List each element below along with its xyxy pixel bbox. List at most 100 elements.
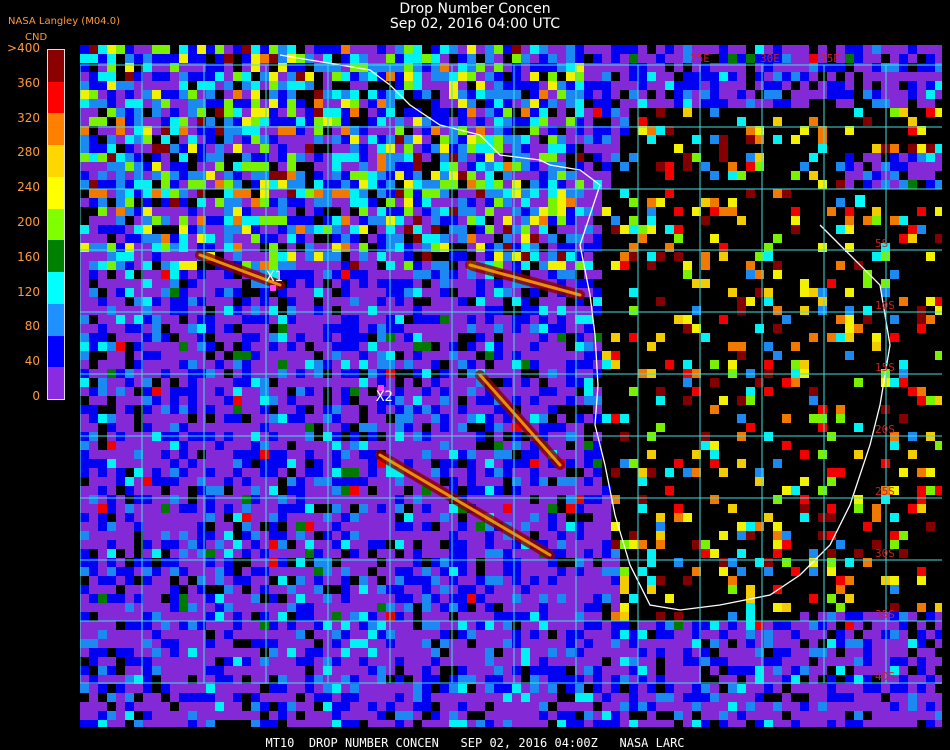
cloud-pixel <box>197 81 206 90</box>
cloud-pixel <box>503 351 512 360</box>
cloud-pixel <box>80 270 89 279</box>
cloud-pixel <box>296 180 305 189</box>
cloud-pixel <box>224 324 233 333</box>
cloud-pixel <box>593 90 602 99</box>
cloud-pixel <box>233 171 242 180</box>
cloud-pixel <box>494 576 503 585</box>
cloud-pixel <box>413 342 422 351</box>
cloud-pixel <box>206 396 215 405</box>
cloud-pixel <box>431 585 440 594</box>
cloud-pixel <box>719 45 728 54</box>
cloud-pixel <box>782 639 791 648</box>
cloud-pixel <box>827 657 836 666</box>
cloud-pixel <box>449 639 458 648</box>
cloud-pixel <box>476 486 485 495</box>
cloud-pixel <box>278 99 287 108</box>
cloud-pixel <box>557 99 566 108</box>
cloud-pixel <box>206 279 215 288</box>
cloud-pixel <box>368 90 377 99</box>
cloud-pixel <box>224 135 233 144</box>
cloud-pixel <box>305 243 314 252</box>
cloud-pixel <box>557 549 566 558</box>
cloud-pixel <box>404 405 413 414</box>
cloud-pixel <box>314 522 323 531</box>
cloud-pixel <box>377 612 386 621</box>
cloud-pixel <box>368 144 377 153</box>
cloud-pixel <box>314 477 323 486</box>
cloud-pixel <box>287 90 296 99</box>
cloud-pixel <box>377 216 386 225</box>
cloud-pixel <box>215 225 224 234</box>
cloud-pixel <box>593 54 602 63</box>
cloud-pixel <box>332 693 341 702</box>
cloud-pixel <box>863 612 872 621</box>
cloud-pixel <box>107 360 116 369</box>
cloud-pixel <box>467 477 476 486</box>
cloud-pixel <box>512 666 521 675</box>
cloud-pixel <box>728 648 737 657</box>
cloud-pixel <box>314 558 323 567</box>
cloud-pixel <box>566 621 575 630</box>
cloud-pixel <box>683 261 692 270</box>
cloud-pixel <box>431 423 440 432</box>
cloud-pixel <box>206 360 215 369</box>
cloud-pixel <box>809 549 818 558</box>
cloud-pixel <box>206 99 215 108</box>
cloud-pixel <box>719 558 728 567</box>
cloud-pixel <box>890 702 899 711</box>
cloud-pixel <box>98 243 107 252</box>
cloud-pixel <box>629 666 638 675</box>
cloud-pixel <box>476 495 485 504</box>
cloud-pixel <box>764 630 773 639</box>
cloud-pixel <box>368 513 377 522</box>
cloud-pixel <box>296 144 305 153</box>
cloud-pixel <box>395 288 404 297</box>
cloud-pixel <box>287 693 296 702</box>
cloud-pixel <box>440 702 449 711</box>
cloud-pixel <box>80 117 89 126</box>
cloud-pixel <box>494 180 503 189</box>
cloud-pixel <box>845 639 854 648</box>
cloud-pixel <box>899 378 908 387</box>
cloud-pixel <box>485 459 494 468</box>
cloud-pixel <box>233 306 242 315</box>
cloud-pixel <box>503 342 512 351</box>
cloud-pixel <box>566 603 575 612</box>
cloud-pixel <box>170 648 179 657</box>
cloud-pixel <box>395 594 404 603</box>
cloud-pixel <box>503 612 512 621</box>
cloud-pixel <box>656 423 665 432</box>
cloud-pixel <box>593 405 602 414</box>
cloud-pixel <box>251 423 260 432</box>
cloud-pixel <box>476 108 485 117</box>
cloud-pixel <box>701 90 710 99</box>
cloud-pixel <box>332 522 341 531</box>
cloud-pixel <box>116 459 125 468</box>
cloud-pixel <box>917 225 926 234</box>
cloud-pixel <box>674 54 683 63</box>
cloud-pixel <box>278 405 287 414</box>
cloud-pixel <box>926 630 935 639</box>
cloud-pixel <box>107 72 116 81</box>
cloud-pixel <box>332 360 341 369</box>
cloud-pixel <box>215 603 224 612</box>
cloud-pixel <box>188 648 197 657</box>
cloud-pixel <box>656 90 665 99</box>
cloud-pixel <box>116 567 125 576</box>
cloud-pixel <box>800 54 809 63</box>
cloud-pixel <box>260 225 269 234</box>
cloud-pixel <box>296 234 305 243</box>
cloud-pixel <box>224 468 233 477</box>
colorbar-segment <box>48 81 64 114</box>
cloud-pixel <box>107 567 116 576</box>
cloud-pixel <box>584 81 593 90</box>
cloud-pixel <box>449 144 458 153</box>
cloud-pixel <box>602 351 611 360</box>
cloud-pixel <box>530 153 539 162</box>
cloud-pixel <box>557 45 566 54</box>
cloud-pixel <box>305 135 314 144</box>
cloud-pixel <box>332 495 341 504</box>
cloud-pixel <box>485 54 494 63</box>
cloud-pixel <box>233 72 242 81</box>
cloud-pixel <box>107 576 116 585</box>
